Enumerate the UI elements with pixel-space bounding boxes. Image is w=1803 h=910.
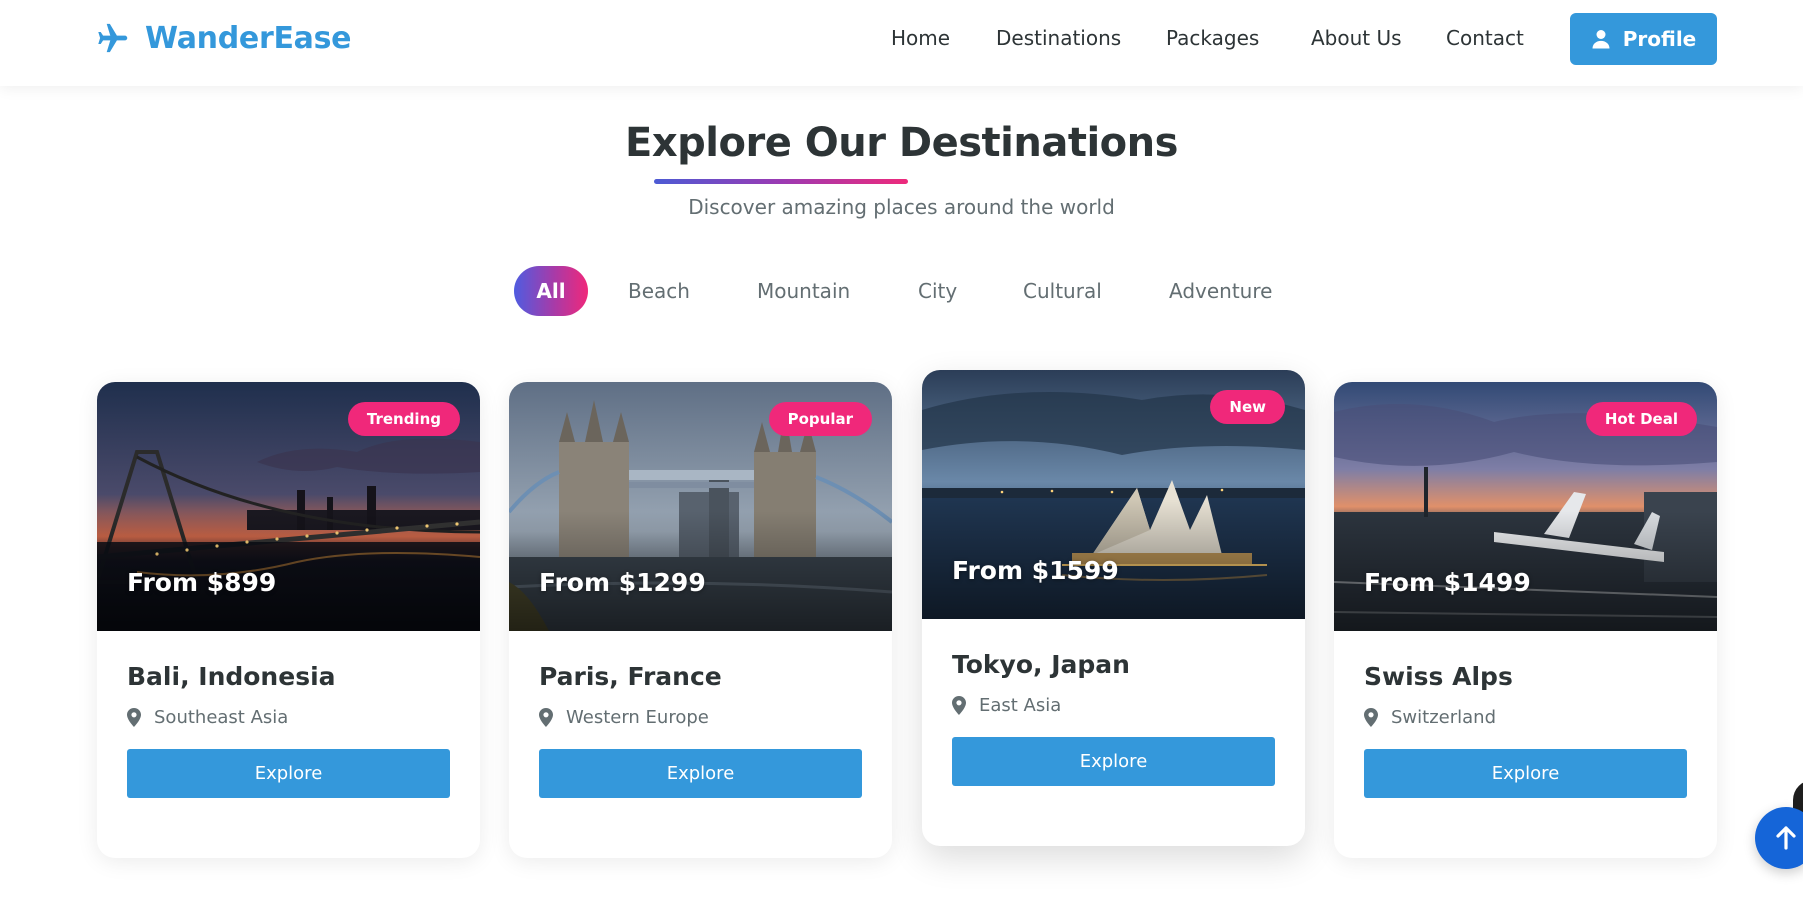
- filter-cultural[interactable]: Cultural: [1023, 266, 1102, 316]
- destination-card[interactable]: Hot Deal From $1499 Swiss Alps Switzerla…: [1334, 382, 1717, 858]
- card-badge: New: [1210, 390, 1285, 424]
- destination-card[interactable]: Popular From $1299 Paris, France Western…: [509, 382, 892, 858]
- map-pin-icon: [952, 695, 966, 715]
- map-pin-icon: [539, 707, 553, 727]
- card-badge: Popular: [768, 402, 872, 436]
- card-location-text: Switzerland: [1391, 706, 1496, 728]
- card-title: Swiss Alps: [1364, 662, 1513, 691]
- filter-beach[interactable]: Beach: [628, 266, 690, 316]
- destination-card[interactable]: New From $1599 Tokyo, Japan East Asia Ex…: [922, 370, 1305, 846]
- explore-button[interactable]: Explore: [1364, 749, 1687, 798]
- card-title: Tokyo, Japan: [952, 650, 1130, 679]
- card-price: From $899: [127, 568, 277, 597]
- filter-mountain[interactable]: Mountain: [757, 266, 850, 316]
- profile-button-label: Profile: [1622, 27, 1697, 51]
- card-location: Switzerland: [1364, 704, 1496, 730]
- arrow-up-icon: [1776, 826, 1796, 850]
- card-location-text: Western Europe: [566, 706, 709, 728]
- nav-packages[interactable]: Packages: [1166, 26, 1259, 52]
- card-price: From $1299: [539, 568, 706, 597]
- section-title: Explore Our Destinations: [625, 120, 1178, 166]
- card-price: From $1599: [952, 556, 1119, 585]
- nav-home[interactable]: Home: [891, 26, 950, 52]
- section-subtitle: Discover amazing places around the world: [688, 195, 1115, 219]
- card-badge: Hot Deal: [1585, 402, 1697, 436]
- filter-adventure[interactable]: Adventure: [1169, 266, 1272, 316]
- card-location: Western Europe: [539, 704, 709, 730]
- explore-button[interactable]: Explore: [127, 749, 450, 798]
- card-location-text: East Asia: [979, 694, 1062, 716]
- profile-button[interactable]: Profile: [1570, 13, 1717, 65]
- title-underline: [654, 179, 908, 184]
- nav-contact[interactable]: Contact: [1446, 26, 1524, 52]
- card-location: East Asia: [952, 692, 1061, 718]
- navbar: WanderEase Home Destinations Packages Ab…: [0, 0, 1803, 86]
- nav-destinations[interactable]: Destinations: [996, 26, 1121, 52]
- card-location-text: Southeast Asia: [154, 706, 289, 728]
- card-title: Paris, France: [539, 662, 722, 691]
- card-price: From $1499: [1364, 568, 1531, 597]
- card-badge: Trending: [347, 402, 460, 436]
- explore-button[interactable]: Explore: [539, 749, 862, 798]
- user-icon: [1592, 30, 1610, 49]
- card-location: Southeast Asia: [127, 704, 288, 730]
- nav-about-us[interactable]: About Us: [1311, 26, 1402, 52]
- destination-card[interactable]: Trending From $899 Bali, Indonesia South…: [97, 382, 480, 858]
- map-pin-icon: [127, 707, 141, 727]
- card-title: Bali, Indonesia: [127, 662, 336, 691]
- map-pin-icon: [1364, 707, 1378, 727]
- filter-all[interactable]: All: [514, 266, 588, 316]
- filter-bar: All Beach Mountain City Cultural Adventu…: [0, 266, 1803, 316]
- scroll-to-top-button[interactable]: [1755, 807, 1803, 869]
- explore-button[interactable]: Explore: [952, 737, 1275, 786]
- main-nav: Home Destinations Packages About Us Cont…: [0, 0, 1803, 78]
- filter-city[interactable]: City: [918, 266, 957, 316]
